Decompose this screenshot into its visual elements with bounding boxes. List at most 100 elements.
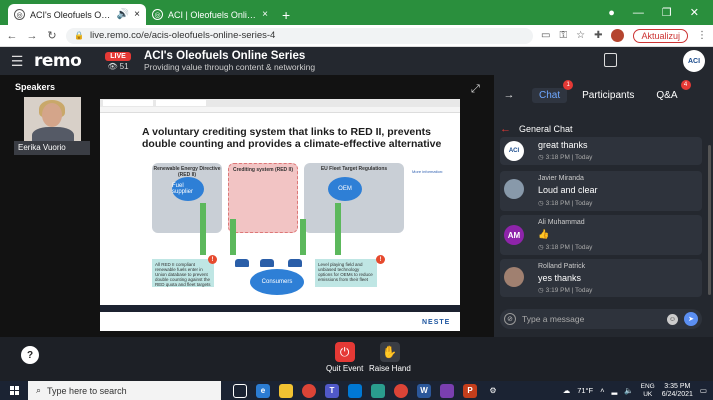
chat-badge: 1: [563, 79, 574, 90]
raise-hand-button[interactable]: ✋ Raise Hand: [369, 342, 411, 373]
settings-icon[interactable]: ⚙: [486, 384, 500, 398]
store-icon[interactable]: [371, 383, 385, 398]
volume-icon[interactable]: 🔊: [117, 9, 129, 20]
browser-tabstrip: ◎ ACI's Oleofuels Online Series 🔊 × ◎ AC…: [0, 0, 713, 25]
language-indicator[interactable]: ENG UK: [641, 383, 655, 399]
address-bar: ← → ↻ 🔒 live.remo.co/e/acis-oleofuels-on…: [0, 25, 713, 47]
system-clock[interactable]: 3:35 PM 6/24/2021: [662, 383, 693, 399]
user-avatar[interactable]: [611, 29, 625, 42]
message-avatar: AM: [504, 225, 524, 245]
lang-bottom: UK: [643, 390, 653, 398]
crediting-box-title: Crediting system (RED II): [232, 167, 293, 173]
extension-icon[interactable]: ✚: [594, 30, 602, 41]
new-tab-button[interactable]: +: [274, 4, 298, 25]
back-arrow-icon[interactable]: ←: [500, 123, 511, 135]
speaker-body: [32, 127, 74, 141]
message-text: yes thanks: [538, 273, 582, 283]
clock-icon: ◷: [538, 200, 544, 207]
chrome-active-icon[interactable]: [394, 383, 408, 398]
chat-message: ACI great thanks ◷ 3:18 PM | Today: [500, 137, 702, 165]
notifications-icon[interactable]: ▭: [700, 386, 707, 395]
chat-scrollbar[interactable]: [708, 145, 711, 295]
quit-event-label: Quit Event: [326, 364, 364, 373]
task-view-icon[interactable]: [233, 383, 247, 398]
lock-icon[interactable]: 🔒: [74, 31, 84, 40]
tab-label: ACI's Oleofuels Online Series: [30, 9, 112, 20]
message-time: ◷ 3:18 PM | Today: [538, 199, 593, 208]
menu-icon[interactable]: ☰: [0, 53, 34, 70]
update-button[interactable]: Aktualizuj: [633, 28, 688, 43]
fullscreen-icon[interactable]: ⤢: [471, 83, 480, 96]
taskbar-search[interactable]: ⌕ Type here to search: [28, 381, 221, 400]
message-time-value: 3:18 PM | Today: [545, 243, 593, 251]
live-indicator: LIVE 👁 51: [100, 51, 136, 71]
speaker-name: Eerika Vuorio: [14, 141, 90, 155]
speaker-video[interactable]: [24, 97, 81, 141]
shared-browser-tabs: [100, 99, 460, 107]
viewer-count: 👁 51: [107, 62, 128, 71]
shared-tab: [103, 100, 153, 106]
url-text: live.remo.co/e/acis-oleofuels-online-ser…: [89, 30, 276, 41]
back-icon[interactable]: ←: [6, 30, 18, 42]
quit-event-button[interactable]: ⏻ Quit Event: [326, 342, 363, 373]
green-arrow: [230, 219, 236, 255]
help-button[interactable]: ?: [21, 346, 39, 364]
tab-participants[interactable]: Participants: [575, 88, 641, 103]
emoji-icon[interactable]: ☺: [667, 313, 678, 325]
speakers-label: Speakers: [15, 82, 56, 92]
slide-title: A voluntary crediting system that links …: [142, 126, 442, 150]
send-button[interactable]: ➤: [684, 312, 698, 326]
minimize-icon[interactable]: —: [633, 7, 644, 19]
browser-tab-active[interactable]: ◎ ACI's Oleofuels Online Series 🔊 ×: [8, 4, 146, 25]
calendar-icon[interactable]: [604, 53, 617, 67]
teams-icon[interactable]: T: [325, 383, 339, 398]
search-icon: ⌕: [36, 385, 42, 395]
car-icon: [288, 259, 302, 267]
attach-icon[interactable]: ⊘: [504, 313, 516, 325]
qa-badge: 4: [680, 79, 691, 90]
collapse-panel-icon[interactable]: →: [494, 89, 524, 101]
powerpoint-icon[interactable]: P: [463, 383, 477, 398]
forward-icon[interactable]: →: [26, 30, 38, 42]
weather-temp[interactable]: 71°F: [577, 386, 593, 395]
maximize-icon[interactable]: ❐: [662, 6, 672, 19]
message-text: great thanks: [538, 140, 588, 150]
star-icon[interactable]: ☆: [576, 30, 585, 41]
chrome-icon[interactable]: [302, 383, 316, 398]
profile-dot-icon[interactable]: ●: [608, 7, 615, 19]
browser-tab-inactive[interactable]: ◎ ACI | Oleofuels Online Series - A ×: [146, 4, 274, 25]
volume-tray-icon[interactable]: 🔈: [624, 386, 633, 395]
close-tab-icon[interactable]: ×: [134, 9, 140, 20]
reload-icon[interactable]: ↻: [46, 29, 58, 42]
edge-icon[interactable]: e: [256, 383, 270, 398]
event-subtitle: Providing value through content & networ…: [144, 62, 316, 72]
taskbar-apps: e T W P ⚙: [233, 383, 500, 398]
edge-browser-icon[interactable]: [348, 383, 362, 398]
cast-icon[interactable]: ▭: [541, 30, 550, 41]
globe-favicon-icon: ◎: [152, 9, 163, 20]
url-field[interactable]: 🔒 live.remo.co/e/acis-oleofuels-online-s…: [66, 27, 534, 44]
windows-start-icon[interactable]: [0, 386, 28, 395]
message-sender: Ali Muhammad: [538, 219, 585, 226]
speaker-face: [42, 103, 62, 127]
live-badge: LIVE: [105, 51, 131, 61]
close-tab-icon[interactable]: ×: [262, 9, 268, 20]
tab-chat[interactable]: Chat 1: [532, 79, 574, 103]
app-icon[interactable]: [440, 383, 454, 398]
more-icon[interactable]: ⋮: [697, 30, 707, 41]
tray-chevron-icon[interactable]: ˄: [600, 386, 604, 395]
word-icon[interactable]: W: [417, 383, 431, 398]
message-input[interactable]: [522, 314, 661, 324]
tab-qa[interactable]: Q&A 4: [649, 79, 691, 103]
file-explorer-icon[interactable]: [279, 383, 293, 398]
close-window-icon[interactable]: ✕: [690, 6, 699, 19]
message-sender: Rolland Patrick: [538, 263, 586, 270]
network-icon[interactable]: ▂: [612, 386, 618, 395]
lang-top: ENG: [640, 382, 655, 390]
teal-note-left: All RED II compliant renewable fuels ent…: [152, 259, 214, 287]
more-info-text: More information:: [412, 169, 444, 174]
green-arrow: [335, 203, 341, 255]
message-time-value: 3:18 PM | Today: [545, 199, 593, 207]
key-icon[interactable]: ⚿: [559, 30, 567, 41]
weather-icon[interactable]: ☁: [563, 386, 571, 395]
